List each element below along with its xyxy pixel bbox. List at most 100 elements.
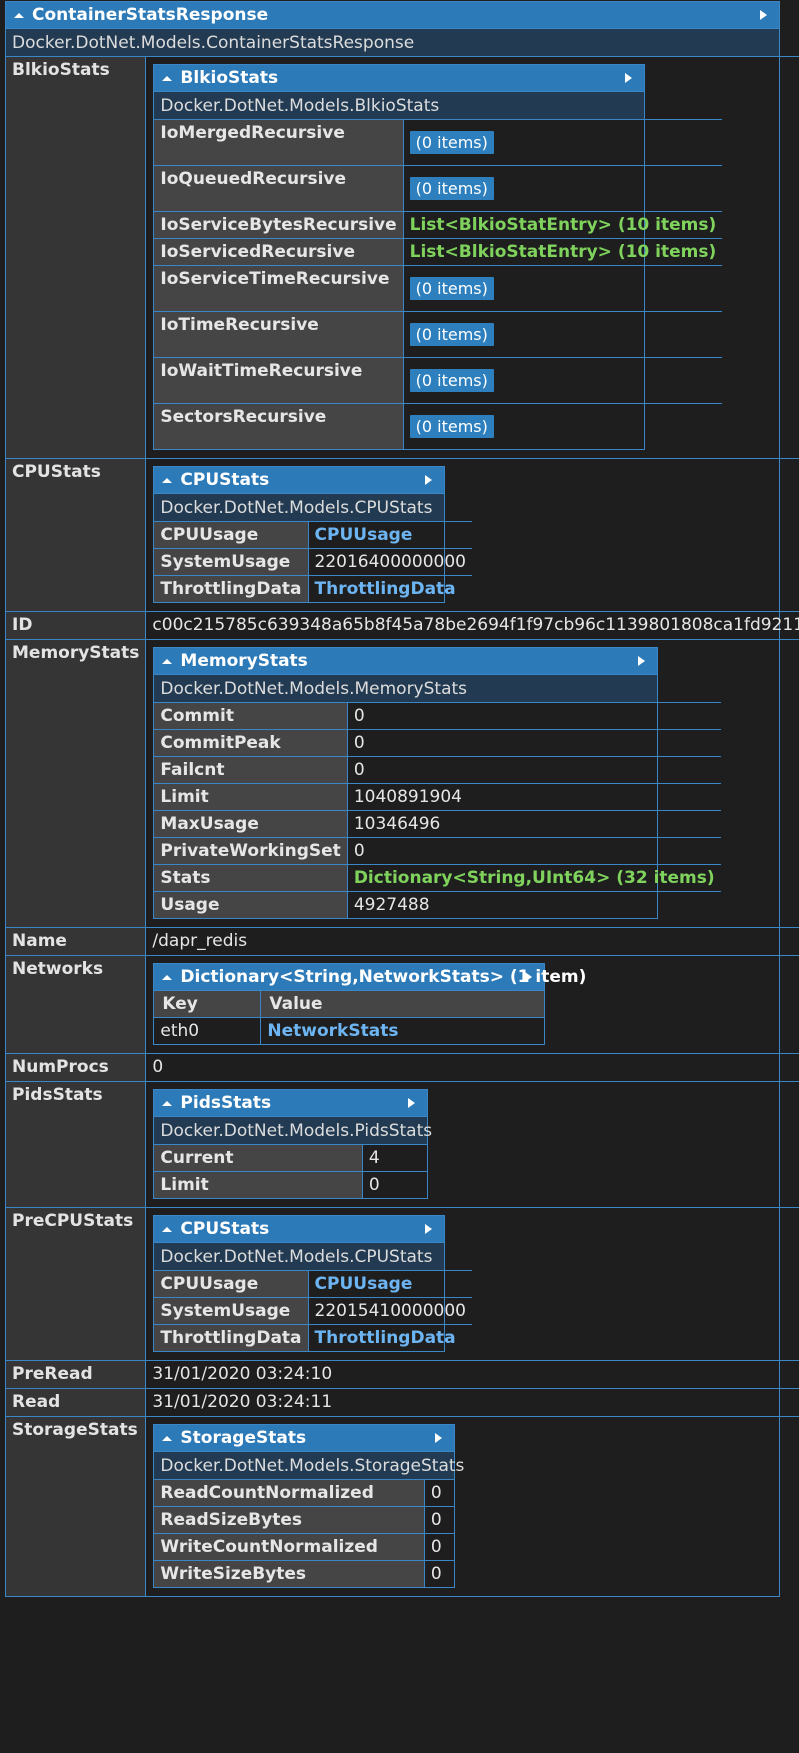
field-value: 4 <box>362 1144 428 1172</box>
cpu-stats-panel: CPUStats Docker.DotNet.Models.CPUStats C… <box>153 466 472 603</box>
table-row: IoWaitTimeRecursive (0 items) <box>154 357 723 404</box>
collapse-icon[interactable] <box>162 659 173 664</box>
table-row: MaxUsage 10346496 <box>154 810 721 838</box>
table-row: Commit 0 <box>154 702 721 730</box>
cpu-stats-type: Docker.DotNet.Models.CPUStats <box>154 493 445 521</box>
member-row-read: Read 31/01/2020 03:24:11 <box>6 1388 799 1417</box>
collapse-icon[interactable] <box>162 1227 173 1232</box>
field-key: ReadSizeBytes <box>154 1506 425 1534</box>
column-header-value[interactable]: Value <box>260 990 545 1018</box>
collapse-icon[interactable] <box>162 975 173 980</box>
table-row: ThrottlingData ThrottlingData <box>154 1324 472 1351</box>
collapse-icon[interactable] <box>162 478 173 483</box>
cpu-usage-link[interactable]: CPUUsage <box>315 1274 413 1294</box>
expand-right-icon[interactable] <box>625 73 633 83</box>
table-row: Usage 4927488 <box>154 891 721 918</box>
memory-stats-table: Commit 0 CommitPeak 0 Failcnt 0 Limit 10… <box>154 702 721 918</box>
member-value: /dapr_redis <box>145 927 799 956</box>
networks-header[interactable]: Dictionary<String,NetworkStats> (1 item) <box>154 964 586 990</box>
expand-right-icon[interactable] <box>425 475 433 485</box>
cpu-usage-link[interactable]: CPUUsage <box>315 525 413 545</box>
network-stats-link[interactable]: NetworkStats <box>267 1021 398 1041</box>
collapse-icon[interactable] <box>14 13 24 18</box>
precpu-stats-title: CPUStats <box>180 1219 270 1239</box>
field-key: IoServiceTimeRecursive <box>154 265 404 312</box>
collapse-icon[interactable] <box>162 1436 173 1441</box>
table-row: CPUUsage CPUUsage <box>154 521 472 549</box>
expand-right-icon[interactable] <box>760 10 767 20</box>
throttling-data-link[interactable]: ThrottlingData <box>315 1328 456 1348</box>
table-row: WriteSizeBytes 0 <box>154 1560 455 1587</box>
field-key: Stats <box>154 864 348 892</box>
expand-right-icon[interactable] <box>525 972 533 982</box>
member-key: NumProcs <box>6 1053 147 1082</box>
items-button[interactable]: (0 items) <box>409 415 494 438</box>
networks-table: Key Value eth0 NetworkStats <box>154 990 545 1044</box>
blkio-stats-header[interactable]: BlkioStats <box>154 65 645 91</box>
items-button[interactable]: (0 items) <box>409 369 494 392</box>
member-row-precpu: PreCPUStats CPUStats Docker.DotNet.Model… <box>6 1207 799 1361</box>
precpu-stats-table: CPUUsage CPUUsage SystemUsage 2201541000… <box>154 1270 472 1351</box>
items-button[interactable]: (0 items) <box>409 277 494 300</box>
table-row: Stats Dictionary<String,UInt64> (32 item… <box>154 864 721 892</box>
field-key: IoTimeRecursive <box>154 311 404 358</box>
items-button[interactable]: (0 items) <box>409 177 494 200</box>
member-key: Read <box>6 1388 147 1417</box>
member-key: PreCPUStats <box>6 1207 147 1361</box>
table-row: WriteCountNormalized 0 <box>154 1533 455 1561</box>
field-value: 0 <box>424 1479 455 1507</box>
member-row-memory: MemoryStats MemoryStats Docker.DotNet.Mo… <box>6 639 799 928</box>
field-key: IoQueuedRecursive <box>154 165 404 212</box>
field-key: Limit <box>154 783 348 811</box>
table-row: SystemUsage 22015410000000 <box>154 1297 472 1325</box>
throttling-data-link[interactable]: ThrottlingData <box>315 579 456 599</box>
memory-stats-header[interactable]: MemoryStats <box>154 648 658 674</box>
expand-right-icon[interactable] <box>435 1433 443 1443</box>
dictionary-link[interactable]: Dictionary<String,UInt64> (32 items) <box>354 868 715 888</box>
field-key: SystemUsage <box>154 1297 309 1325</box>
table-row: ReadCountNormalized 0 <box>154 1479 455 1507</box>
column-header-key[interactable]: Key <box>154 990 262 1018</box>
field-key: WriteCountNormalized <box>154 1533 425 1561</box>
member-row-storage: StorageStats StorageStats Docker.DotNet.… <box>6 1416 799 1596</box>
member-key: Name <box>6 927 147 956</box>
collapse-icon[interactable] <box>162 1101 173 1106</box>
storage-stats-panel: StorageStats Docker.DotNet.Models.Storag… <box>153 1424 464 1588</box>
member-row-id: ID c00c215785c639348a65b8f45a78be2694f1f… <box>6 611 799 640</box>
expand-right-icon[interactable] <box>425 1224 433 1234</box>
member-key: MemoryStats <box>6 639 147 928</box>
precpu-stats-header[interactable]: CPUStats <box>154 1216 445 1242</box>
member-key: CPUStats <box>6 458 147 612</box>
member-row-blkio: BlkioStats BlkioStats Docker.DotNet.Mode… <box>6 56 799 459</box>
storage-stats-type: Docker.DotNet.Models.StorageStats <box>154 1451 464 1479</box>
collapse-icon[interactable] <box>162 76 173 81</box>
field-key: CommitPeak <box>154 729 348 757</box>
precpu-stats-panel: CPUStats Docker.DotNet.Models.CPUStats C… <box>153 1215 472 1352</box>
field-key: IoServiceBytesRecursive <box>154 211 404 239</box>
dictionary-key: eth0 <box>154 1017 262 1044</box>
table-row: IoTimeRecursive (0 items) <box>154 311 723 358</box>
storage-stats-header[interactable]: StorageStats <box>154 1425 455 1451</box>
pids-stats-header[interactable]: PidsStats <box>154 1090 428 1116</box>
field-key: MaxUsage <box>154 810 348 838</box>
expand-right-icon[interactable] <box>408 1098 416 1108</box>
list-link[interactable]: List<BlkioStatEntry> (10 items) <box>410 242 717 262</box>
items-button[interactable]: (0 items) <box>409 323 494 346</box>
field-key: Usage <box>154 891 348 918</box>
container-stats-title: ContainerStatsResponse <box>32 5 269 25</box>
field-value: 0 <box>347 756 721 784</box>
expand-right-icon[interactable] <box>638 656 646 666</box>
field-key: ThrottlingData <box>154 575 309 602</box>
items-button[interactable]: (0 items) <box>409 131 494 154</box>
member-key: PidsStats <box>6 1081 147 1208</box>
cpu-stats-header[interactable]: CPUStats <box>154 467 445 493</box>
container-stats-header[interactable]: ContainerStatsResponse <box>6 2 779 28</box>
field-value: 10346496 <box>347 810 721 838</box>
table-row: Failcnt 0 <box>154 756 721 784</box>
field-value: 0 <box>424 1506 455 1534</box>
member-row-numprocs: NumProcs 0 <box>6 1053 799 1082</box>
table-row: Limit 1040891904 <box>154 783 721 811</box>
list-link[interactable]: List<BlkioStatEntry> (10 items) <box>410 215 717 235</box>
blkio-stats-table: IoMergedRecursive (0 items) IoQueuedRecu… <box>154 119 723 449</box>
field-key: IoWaitTimeRecursive <box>154 357 404 404</box>
